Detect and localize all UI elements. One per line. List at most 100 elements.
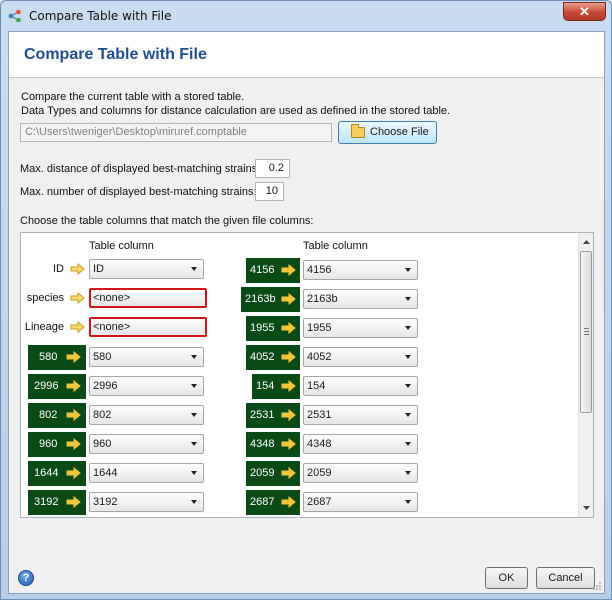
help-icon[interactable]: ? [18,570,34,586]
combo-2531[interactable]: 2531 [303,405,418,425]
arrow-right-icon [66,467,81,479]
chevron-down-icon [191,267,197,271]
chevron-down-icon [405,471,411,475]
description-line-2: Data Types and columns for distance calc… [21,105,451,117]
chevron-down-icon [191,442,197,446]
combo-value: 1955 [307,322,332,334]
arrow-right-icon [70,263,85,275]
dialog-body: Compare Table with File Compare the curr… [8,31,605,594]
file-column-name: 4052 [250,351,275,363]
arrow-right-icon [70,321,85,333]
chevron-down-icon [191,471,197,475]
chevron-down-icon [405,384,411,388]
arrow-right-icon [281,322,296,334]
combo-580[interactable]: 580 [89,347,204,367]
combo-3192[interactable]: 3192 [89,492,204,512]
combo-value: <none> [93,321,131,333]
file-column-label: 1644 [28,461,86,486]
combo-value: 960 [93,438,112,450]
combo-value: 4348 [307,438,332,450]
resize-grip-icon[interactable] [592,581,602,591]
combo-species[interactable]: <none> [89,288,207,308]
chevron-down-icon [191,500,197,504]
file-column-label: 4156 [246,258,300,283]
scroll-up-icon[interactable] [579,234,594,250]
chevron-down-icon [405,500,411,504]
max-distance-label: Max. distance of displayed best-matching… [20,163,261,175]
file-column-name: 3192 [34,496,59,508]
file-column-label: 3192 [28,490,86,515]
arrow-right-icon [281,264,296,276]
arrow-right-icon [281,380,296,392]
file-column-name: 2163b [245,293,276,305]
file-column-label: 802 [28,403,86,428]
help-glyph: ? [22,572,30,584]
combo-4052[interactable]: 4052 [303,347,418,367]
file-column-name: 580 [39,351,58,363]
combo-2059[interactable]: 2059 [303,463,418,483]
combo-802[interactable]: 802 [89,405,204,425]
file-column-name: 802 [39,409,58,421]
chevron-down-icon [191,413,197,417]
combo-value: 2687 [307,496,332,508]
arrow-right-icon [66,409,81,421]
combo-value: 2996 [93,380,118,392]
arrow-right-icon [281,351,296,363]
file-column-name: 1955 [250,322,275,334]
combo-2687[interactable]: 2687 [303,492,418,512]
combo-2163b[interactable]: 2163b [303,289,418,309]
choose-file-button[interactable]: Choose File [338,121,437,144]
combo-id[interactable]: ID [89,259,204,279]
file-column-label: 960 [28,432,86,457]
left-column-header: Table column [89,240,154,252]
combo-4348[interactable]: 4348 [303,434,418,454]
file-column-name: 154 [256,380,275,392]
window-close-button[interactable]: ✕ [563,2,606,21]
file-column-label: 580 [28,345,86,370]
arrow-right-icon [281,496,296,508]
arrow-right-icon [66,496,81,508]
chevron-down-icon [191,384,197,388]
ok-button[interactable]: OK [485,567,528,589]
combo-value: <none> [93,292,131,304]
combo-value: 154 [307,380,326,392]
app-network-icon [8,9,21,23]
row-label-lineage: Lineage [24,321,64,333]
dialog-header: Compare Table with File [9,32,604,78]
folder-open-icon [351,124,365,138]
file-column-label: 2687 [246,490,300,515]
combo-2996[interactable]: 2996 [89,376,204,396]
chevron-down-icon [405,355,411,359]
title-bar[interactable]: Compare Table with File ✕ [1,1,611,31]
combo-value: ID [93,263,104,275]
file-column-label: 2163b [241,287,300,312]
vertical-scrollbar[interactable] [578,233,593,517]
combo-1955[interactable]: 1955 [303,318,418,338]
combo-154[interactable]: 154 [303,376,418,396]
scroll-down-icon[interactable] [579,500,594,516]
close-icon: ✕ [579,4,590,19]
column-mapping-panel[interactable]: Table column Table column ID ID species … [20,232,594,518]
arrow-right-icon [66,438,81,450]
file-column-name: 1644 [34,467,59,479]
file-column-name: 2996 [34,380,59,392]
scrollbar-thumb[interactable] [580,251,592,413]
chevron-down-icon [405,442,411,446]
file-column-label: 4348 [246,432,300,457]
combo-4156[interactable]: 4156 [303,260,418,280]
cancel-button[interactable]: Cancel [536,567,595,589]
file-path-field[interactable]: C:\Users\tweniger\Desktop\miruref.compta… [20,123,332,142]
max-distance-input[interactable]: 0.2 [255,159,290,178]
combo-value: 3192 [93,496,118,508]
window-title: Compare Table with File [29,9,172,23]
file-column-label: 4052 [246,345,300,370]
file-column-name: 4348 [250,438,275,450]
combo-value: 1644 [93,467,118,479]
columns-section-label: Choose the table columns that match the … [20,215,314,227]
combo-1644[interactable]: 1644 [89,463,204,483]
combo-lineage[interactable]: <none> [89,317,207,337]
file-column-name: 2687 [250,496,275,508]
combo-value: 2163b [307,293,338,305]
max-number-input[interactable]: 10 [255,182,284,201]
combo-960[interactable]: 960 [89,434,204,454]
